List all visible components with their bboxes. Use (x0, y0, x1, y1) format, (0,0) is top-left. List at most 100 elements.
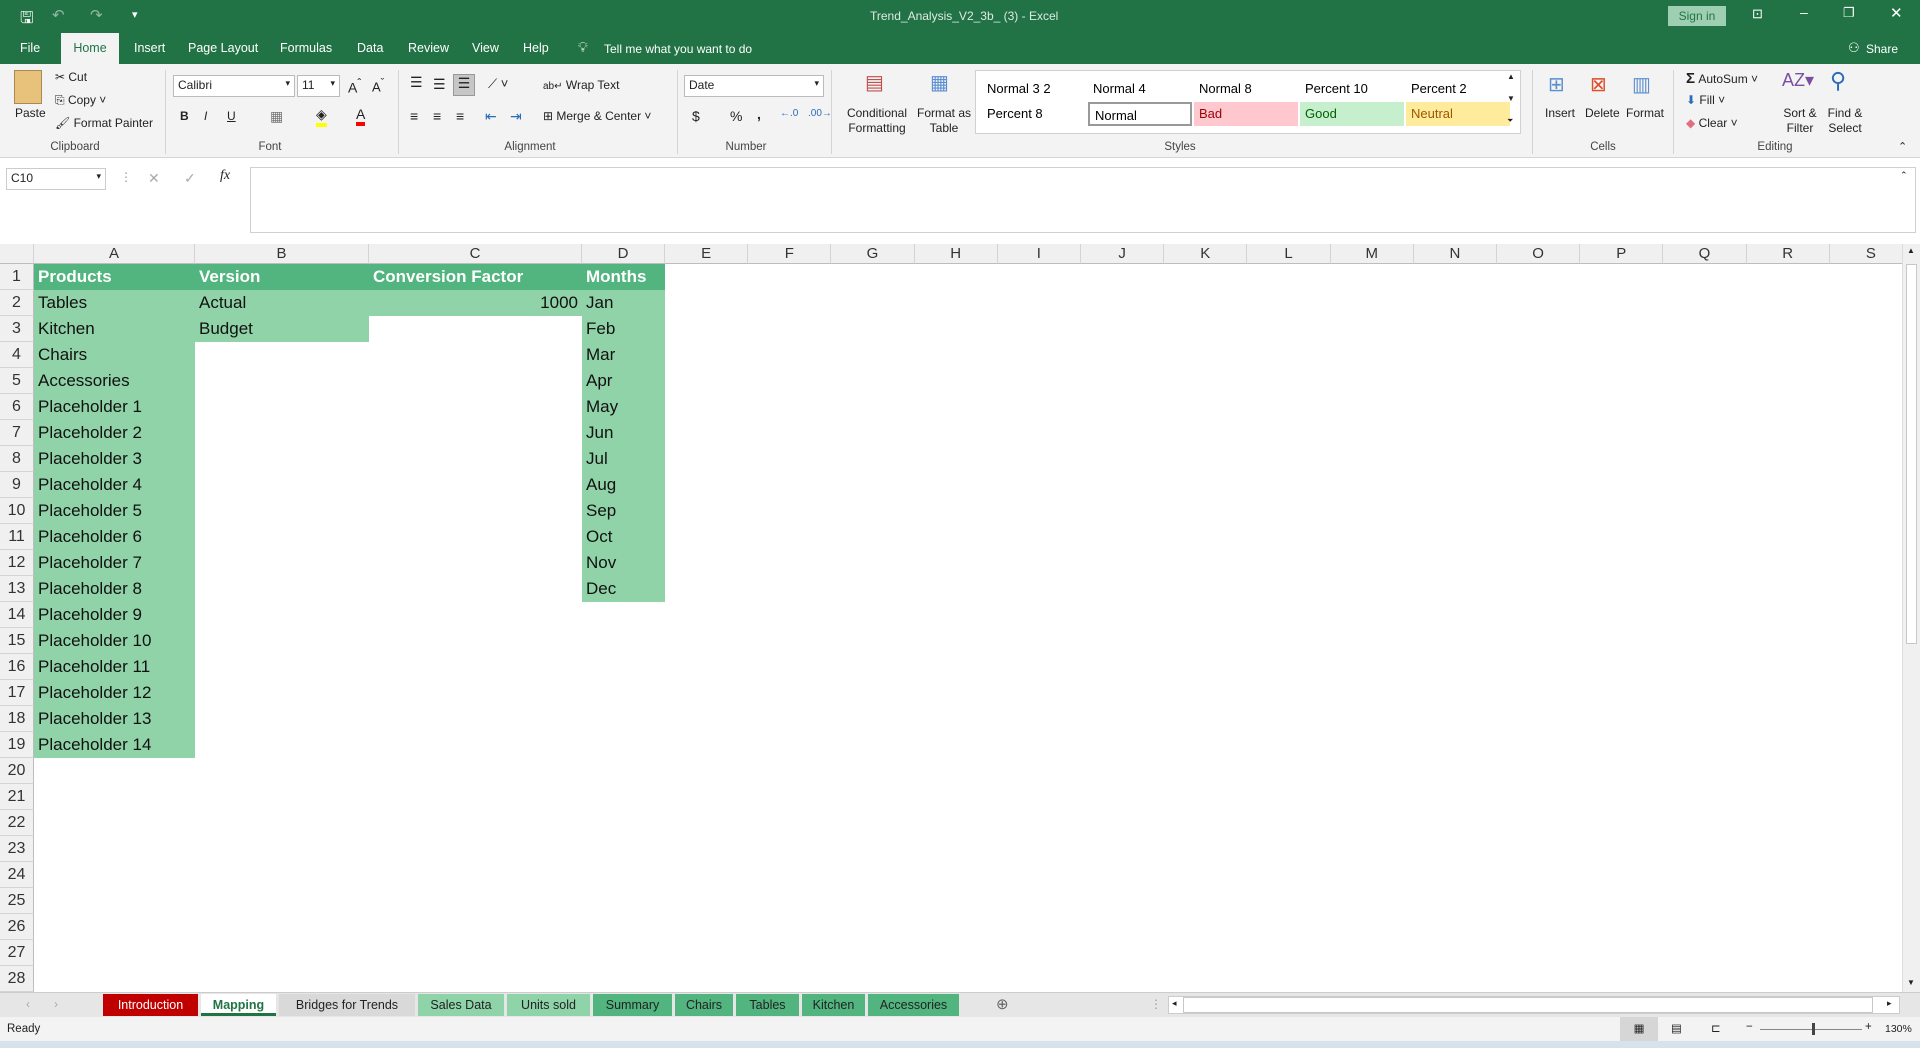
increase-decimal-icon[interactable]: ←.0 (780, 108, 798, 119)
month-cell[interactable]: Dec (582, 576, 665, 602)
sheet-tab-introduction[interactable]: Introduction (103, 994, 198, 1016)
enter-icon[interactable]: ✓ (184, 170, 196, 187)
column-header-R[interactable]: R (1746, 244, 1830, 264)
percent-button[interactable]: % (730, 108, 742, 124)
format-painter-button[interactable]: 🖌︎ Format Painter (55, 116, 153, 130)
vertical-scrollbar[interactable]: ▲ ▼ (1902, 244, 1920, 992)
row-header-11[interactable]: 11 (0, 524, 34, 550)
column-header-Q[interactable]: Q (1663, 244, 1747, 264)
scroll-up-icon[interactable]: ▲ (1907, 246, 1915, 255)
column-header-D[interactable]: D (582, 244, 665, 264)
fill-color-icon[interactable]: ◈ (316, 106, 327, 127)
ribbon-display-icon[interactable]: ⊡ (1752, 6, 1763, 22)
insert-cells-button[interactable]: Insert (1545, 106, 1575, 120)
row-header-23[interactable]: 23 (0, 836, 34, 862)
version-cell[interactable]: Budget (195, 316, 369, 342)
header-cell[interactable]: Version (195, 264, 369, 290)
row-header-12[interactable]: 12 (0, 550, 34, 576)
number-format-dropdown[interactable]: Date ▾ (684, 75, 824, 97)
wrap-text-button[interactable]: ab↵ Wrap Text (543, 78, 619, 92)
italic-button[interactable]: I (204, 109, 207, 123)
horizontal-scrollbar[interactable]: ◂ ▸ (1168, 996, 1900, 1014)
page-layout-view-button[interactable]: ▤ (1671, 1021, 1682, 1035)
merge-center-button[interactable]: ⊞ Merge & Center ˅ (543, 109, 651, 123)
sheet-tab-bridges-for-trends[interactable]: Bridges for Trends (279, 994, 415, 1016)
expand-formula-bar-icon[interactable]: ⌃ (1900, 170, 1908, 181)
product-cell[interactable]: Chairs (34, 342, 195, 368)
fill-button[interactable]: ⬇ Fill ˅ (1686, 93, 1725, 107)
currency-button[interactable]: $ (692, 108, 700, 124)
save-icon[interactable]: 🖫 (20, 7, 34, 34)
row-header-16[interactable]: 16 (0, 654, 34, 680)
zoom-slider[interactable] (1760, 1029, 1862, 1030)
column-header-L[interactable]: L (1247, 244, 1331, 264)
row-header-19[interactable]: 19 (0, 732, 34, 758)
paste-icon[interactable] (14, 70, 42, 104)
normal-view-button[interactable]: ▦ (1620, 1017, 1658, 1041)
row-header-8[interactable]: 8 (0, 446, 34, 472)
borders-icon[interactable]: ▦ (270, 108, 283, 125)
column-header-M[interactable]: M (1330, 244, 1414, 264)
month-cell[interactable]: Oct (582, 524, 665, 550)
tab-home[interactable]: Home (61, 33, 119, 64)
month-cell[interactable]: Aug (582, 472, 665, 498)
format-as-table-button[interactable]: Format as Table (915, 106, 973, 136)
month-cell[interactable]: Sep (582, 498, 665, 524)
sheet-tab-chairs[interactable]: Chairs (675, 994, 733, 1016)
column-header-N[interactable]: N (1413, 244, 1497, 264)
row-header-21[interactable]: 21 (0, 784, 34, 810)
zoom-slider-thumb[interactable] (1812, 1023, 1815, 1035)
share-button[interactable]: Share (1866, 42, 1898, 56)
row-header-6[interactable]: 6 (0, 394, 34, 420)
row-header-13[interactable]: 13 (0, 576, 34, 602)
tab-view[interactable]: View (462, 33, 509, 64)
tab-data[interactable]: Data (347, 33, 393, 64)
cell-style-bad[interactable]: Bad (1194, 102, 1298, 126)
paste-button[interactable]: Paste (15, 106, 46, 120)
collapse-ribbon-icon[interactable]: ⌃ (1898, 140, 1907, 153)
undo-icon[interactable]: ↶ (52, 6, 65, 24)
tab-split-handle[interactable]: ⋮ (1150, 997, 1162, 1011)
conversion-factor-cell[interactable]: 1000 (369, 290, 582, 316)
cell-style-normal-3-2[interactable]: Normal 3 2 (982, 77, 1086, 101)
align-center-icon[interactable]: ≡ (433, 108, 441, 124)
product-cell[interactable]: Placeholder 9 (34, 602, 195, 628)
month-cell[interactable]: May (582, 394, 665, 420)
row-header-20[interactable]: 20 (0, 758, 34, 784)
month-cell[interactable]: Apr (582, 368, 665, 394)
zoom-in-button[interactable]: + (1865, 1021, 1872, 1033)
autosum-button[interactable]: Σ AutoSum ˅ (1686, 70, 1758, 87)
prev-sheet-icon[interactable]: ‹ (26, 997, 30, 1011)
column-header-B[interactable]: B (195, 244, 369, 264)
product-cell[interactable]: Placeholder 12 (34, 680, 195, 706)
decrease-decimal-icon[interactable]: .00→ (808, 108, 832, 119)
comma-button[interactable]: , (757, 106, 761, 122)
column-header-J[interactable]: J (1081, 244, 1165, 264)
column-header-K[interactable]: K (1164, 244, 1248, 264)
increase-font-icon[interactable]: Aˆ (348, 77, 361, 96)
product-cell[interactable]: Placeholder 5 (34, 498, 195, 524)
header-cell[interactable]: Months (582, 264, 665, 290)
product-cell[interactable]: Placeholder 14 (34, 732, 195, 758)
month-cell[interactable]: Feb (582, 316, 665, 342)
next-sheet-icon[interactable]: › (54, 997, 58, 1011)
column-header-S[interactable]: S (1829, 244, 1913, 264)
row-header-22[interactable]: 22 (0, 810, 34, 836)
column-header-A[interactable]: A (34, 244, 195, 264)
delete-cells-button[interactable]: Delete (1585, 106, 1620, 120)
cell-style-normal-4[interactable]: Normal 4 (1088, 77, 1192, 101)
column-header-P[interactable]: P (1580, 244, 1664, 264)
row-header-4[interactable]: 4 (0, 342, 34, 368)
select-all-corner[interactable] (0, 244, 34, 264)
gallery-scroll-down[interactable]: ▼ (1507, 94, 1515, 103)
underline-button[interactable]: U (227, 109, 236, 123)
row-header-24[interactable]: 24 (0, 862, 34, 888)
header-cell[interactable]: Conversion Factor (369, 264, 582, 290)
tab-formulas[interactable]: Formulas (270, 33, 342, 64)
month-cell[interactable]: Mar (582, 342, 665, 368)
cell-style-neutral[interactable]: Neutral (1406, 102, 1510, 126)
product-cell[interactable]: Placeholder 2 (34, 420, 195, 446)
product-cell[interactable]: Placeholder 7 (34, 550, 195, 576)
align-right-icon[interactable]: ≡ (456, 108, 464, 124)
font-color-icon[interactable]: A (356, 106, 366, 126)
